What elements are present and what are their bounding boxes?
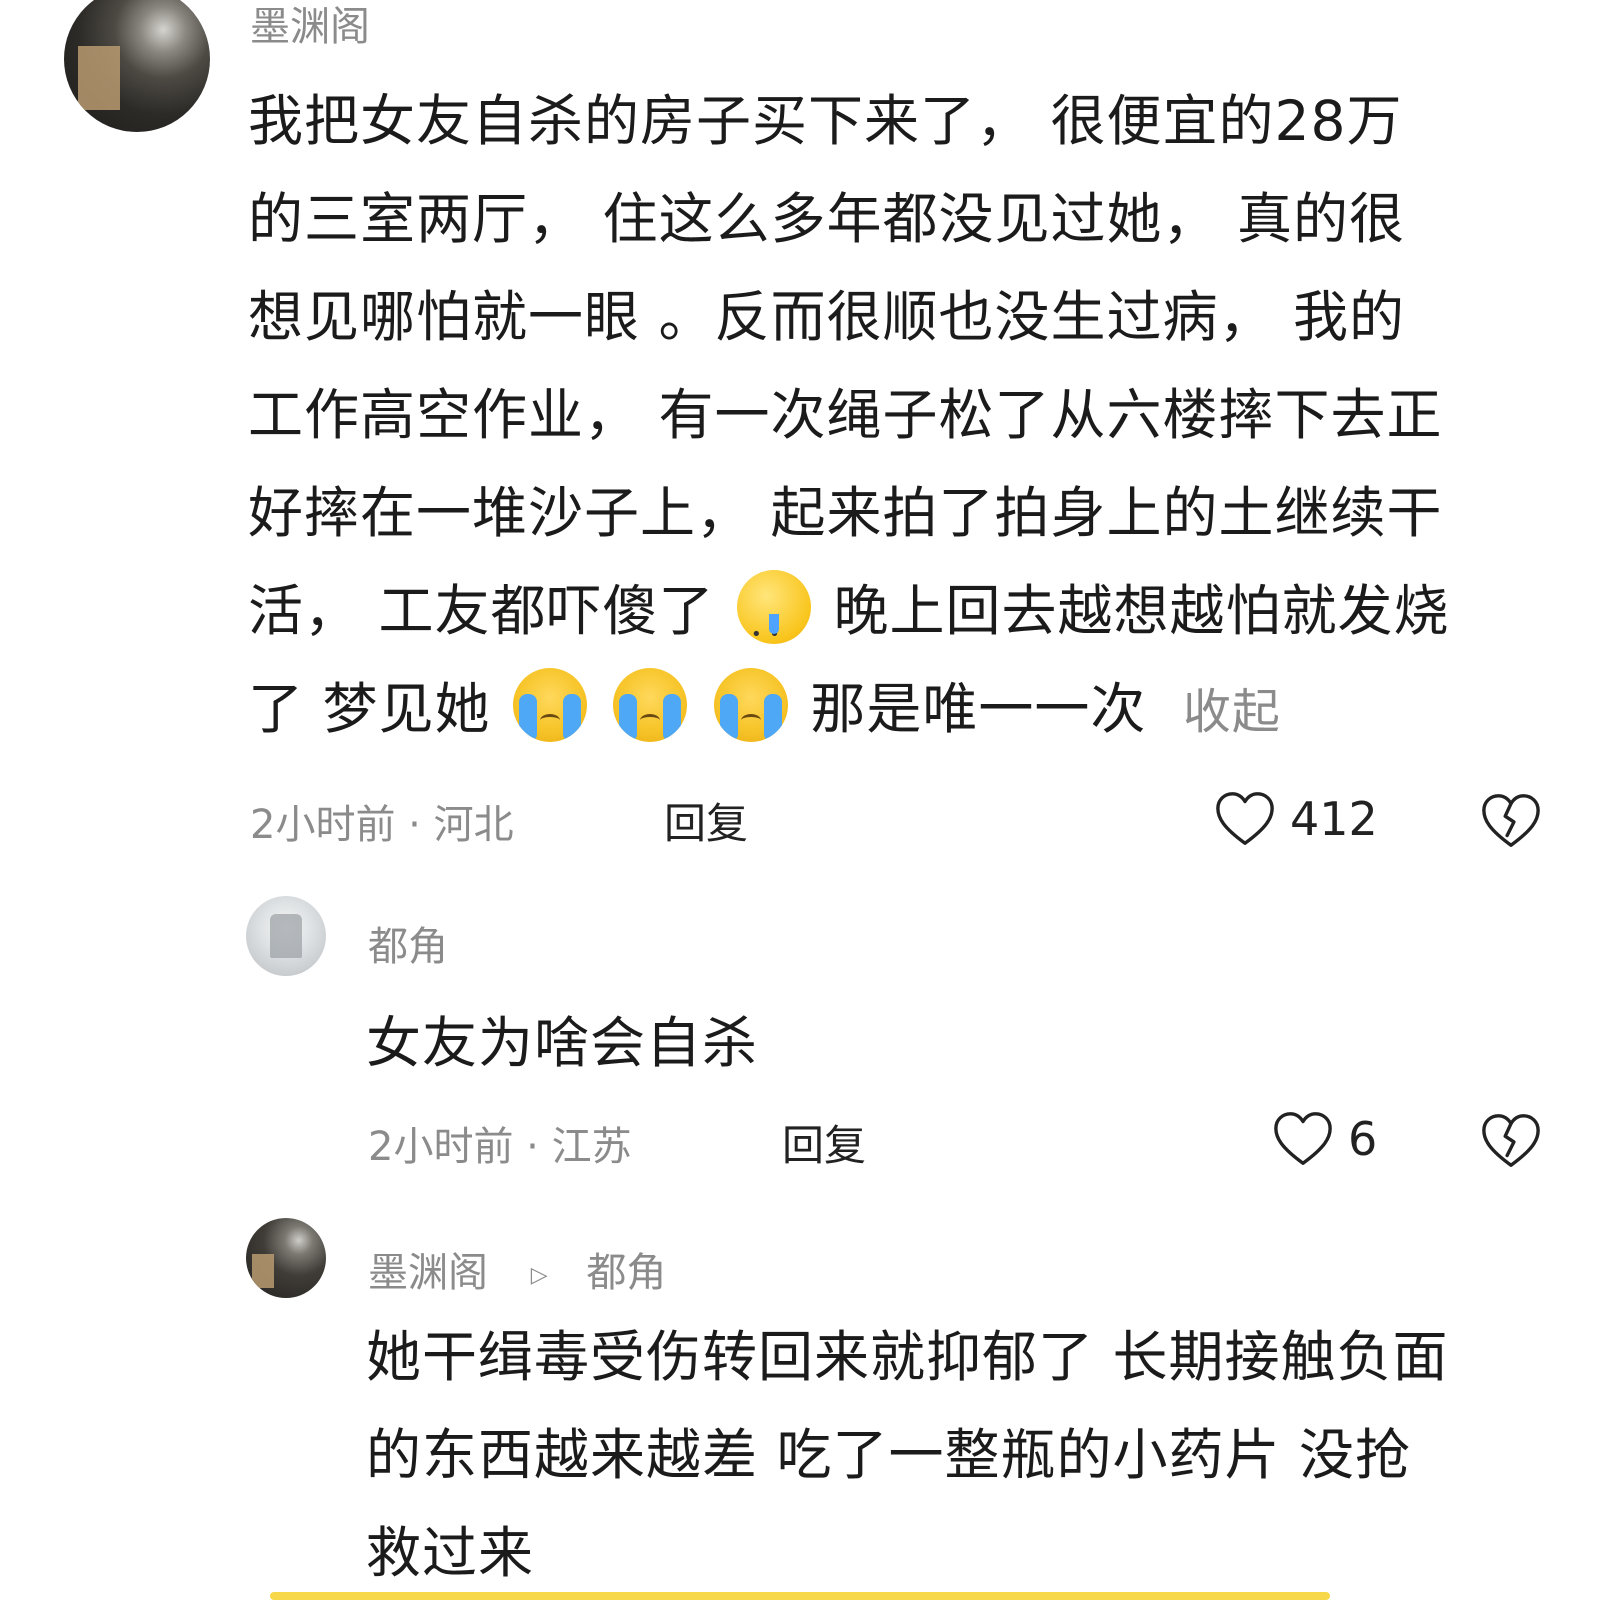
comment-meta: 2小时前 · 河北 <box>250 802 514 848</box>
loudly-crying-face-emoji <box>713 668 788 742</box>
heart-icon <box>1274 1112 1332 1165</box>
comment-line: 女友为啥会自杀 <box>366 1011 759 1075</box>
collapse-link[interactable]: 收起 <box>1183 684 1281 740</box>
bottom-highlight-bar <box>270 1592 1330 1600</box>
comment-thread: 墨渊阁 我把女友自杀的房子买下来了， 很便宜的28万 的三室两厅， 住这么多年都… <box>0 0 1608 1600</box>
comment-line: 工作高空作业， 有一次绳子松了从六楼摔下去正 <box>248 383 1443 447</box>
broken-heart-icon <box>1482 1114 1540 1167</box>
like-count: 412 <box>1290 792 1378 846</box>
comment-line: 救过来 <box>366 1521 535 1585</box>
dislike-button[interactable] <box>1480 792 1542 854</box>
comment-username-row: 墨渊阁 ▷ 都角 <box>368 1240 666 1298</box>
loudly-crying-face-emoji <box>512 668 587 742</box>
comment-username[interactable]: 都角 <box>368 914 448 972</box>
broken-heart-icon <box>1482 794 1540 847</box>
comment-text: 活， 工友都吓傻了 <box>248 579 715 643</box>
comment-meta: 2小时前 · 江苏 <box>368 1124 632 1170</box>
loudly-crying-face-emoji <box>613 668 688 742</box>
comment-text: 了 梦见她 <box>248 677 491 741</box>
comment-username[interactable]: 墨渊阁 <box>250 0 370 52</box>
avatar[interactable] <box>64 0 210 132</box>
like-count: 6 <box>1348 1112 1378 1166</box>
comment-body: 她干缉毒受伤转回来就抑郁了 长期接触负面 的东西越来越差 吃了一整瓶的小药片 没… <box>366 1308 1578 1600</box>
comment-text: 晚上回去越想越怕就发烧 <box>833 579 1450 643</box>
comment-line: 我把女友自杀的房子买下来了， 很便宜的28万 <box>248 89 1403 153</box>
avatar[interactable] <box>246 896 326 976</box>
play-arrow-icon: ▷ <box>530 1262 548 1288</box>
comment-line: 想见哪怕就一眼 。反而很顺也没生过病， 我的 <box>248 285 1405 349</box>
like-button[interactable]: 6 <box>1272 1110 1377 1168</box>
comment-body: 女友为啥会自杀 <box>366 994 1566 1092</box>
dislike-button[interactable] <box>1480 1112 1542 1174</box>
comment-line: 好摔在一堆沙子上， 起来拍了拍身上的土继续干 <box>248 481 1443 545</box>
drooling-face-emoji <box>736 570 811 684</box>
comment-line: 了 梦见她 那是唯一一次 收起 <box>248 660 1560 761</box>
comment-line: 的东西越来越差 吃了一整瓶的小药片 没抢 <box>366 1423 1411 1487</box>
reply-button[interactable]: 回复 <box>782 1112 866 1173</box>
comment-line: 的三室两厅， 住这么多年都没见过她， 真的很 <box>248 187 1405 251</box>
reply-button[interactable]: 回复 <box>664 790 748 851</box>
comment-body: 我把女友自杀的房子买下来了， 很便宜的28万 的三室两厅， 住这么多年都没见过她… <box>248 72 1560 761</box>
avatar[interactable] <box>246 1218 326 1298</box>
comment-line: 她干缉毒受伤转回来就抑郁了 长期接触负面 <box>366 1325 1449 1389</box>
comment-line: 活， 工友都吓傻了 晚上回去越想越怕就发烧 <box>248 562 1560 684</box>
heart-icon <box>1216 792 1274 845</box>
reply-to-username[interactable]: 都角 <box>586 1250 666 1296</box>
comment-text: 那是唯一一次 <box>810 677 1147 741</box>
comment-username[interactable]: 墨渊阁 <box>368 1250 488 1296</box>
like-button[interactable]: 412 <box>1214 790 1378 848</box>
